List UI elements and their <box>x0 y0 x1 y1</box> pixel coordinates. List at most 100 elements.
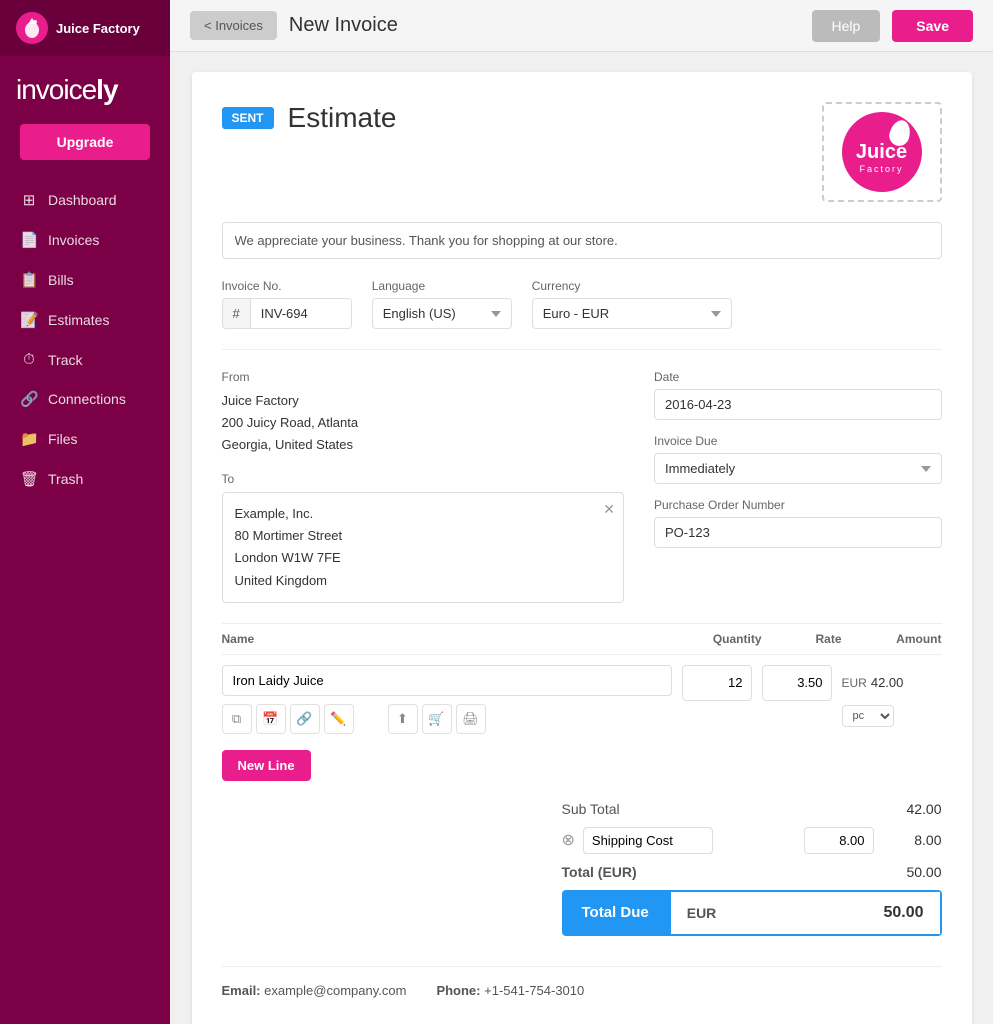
footer-phone-label: Phone: <box>436 983 480 998</box>
footer-phone-value: +1-541-754-3010 <box>484 983 584 998</box>
sidebar-logo-area: Juice Factory <box>0 0 170 56</box>
total-due-label: Total Due <box>562 890 669 936</box>
content-area: SENT Estimate Juice Factory Invoice No. <box>170 52 993 1024</box>
upgrade-button[interactable]: Upgrade <box>20 124 150 160</box>
sidebar-item-estimates[interactable]: 📝 Estimates <box>0 300 170 340</box>
date-group: Date <box>654 370 942 420</box>
date-input[interactable] <box>654 389 942 420</box>
date-fields-area: Date Invoice Due Immediately Purchase Or… <box>654 370 942 603</box>
invoices-icon: 📄 <box>20 231 38 249</box>
sidebar: Juice Factory invoicely Upgrade ⊞ Dashbo… <box>0 0 170 1024</box>
dashboard-icon: ⊞ <box>20 191 38 209</box>
subtotal-value: 42.00 <box>882 801 942 817</box>
language-select[interactable]: English (US) <box>372 298 512 329</box>
sidebar-item-label: Invoices <box>48 232 99 248</box>
edit-icon-button[interactable]: ✏️ <box>324 704 354 734</box>
total-due-value-area: EUR 50.00 <box>669 890 942 936</box>
shipping-label-input[interactable] <box>583 827 713 854</box>
currency-group: Currency Euro - EUR <box>532 279 732 329</box>
sidebar-item-trash[interactable]: 🗑 Trash <box>0 459 170 499</box>
from-address2: Georgia, United States <box>222 434 625 456</box>
po-group: Purchase Order Number <box>654 498 942 548</box>
item-currency: EUR <box>842 676 867 690</box>
track-icon: ⏱ <box>20 351 38 368</box>
line-items-header: Name Quantity Rate Amount <box>222 623 942 655</box>
sidebar-item-track[interactable]: ⏱ Track <box>0 340 170 379</box>
footer-phone-area: Phone: +1-541-754-3010 <box>436 983 584 998</box>
from-address1: 200 Juicy Road, Atlanta <box>222 412 625 434</box>
item-name-input[interactable] <box>222 665 672 696</box>
from-details: Juice Factory 200 Juicy Road, Atlanta Ge… <box>222 390 625 456</box>
col-amount-header: Amount <box>842 632 942 646</box>
total-due-amount: 50.00 <box>883 904 923 922</box>
message-input[interactable] <box>222 222 942 259</box>
cart-icon-button[interactable]: 🛒 <box>422 704 452 734</box>
back-button[interactable]: < Invoices <box>190 11 277 40</box>
footer-email-value: example@company.com <box>264 983 406 998</box>
calendar-icon-button[interactable]: 📅 <box>256 704 286 734</box>
to-name: Example, Inc. <box>235 503 612 525</box>
estimates-icon: 📝 <box>20 311 38 329</box>
to-close-button[interactable]: ✕ <box>603 501 615 518</box>
to-box: ✕ Example, Inc. 80 Mortimer Street Londo… <box>222 492 625 602</box>
to-address2: London W1W 7FE <box>235 547 612 569</box>
shipping-value-input[interactable] <box>804 827 874 854</box>
shipping-remove-button[interactable]: ⊗ <box>562 830 575 850</box>
sidebar-item-connections[interactable]: 🔗 Connections <box>0 379 170 419</box>
from-to-date-row: From Juice Factory 200 Juicy Road, Atlan… <box>222 370 942 603</box>
logo-area[interactable]: Juice Factory <box>822 102 942 202</box>
shipping-row: ⊗ 8.00 <box>562 827 942 854</box>
unit-select[interactable]: pc hr day <box>842 705 894 727</box>
item-amount-value: 42.00 <box>871 675 904 690</box>
footer-email-area: Email: example@company.com <box>222 983 407 998</box>
total-due-currency: EUR <box>687 905 717 921</box>
shipping-label-group: ⊗ <box>562 827 713 854</box>
from-label: From <box>222 370 625 384</box>
total-eur-row: Total (EUR) 50.00 <box>562 864 942 880</box>
sidebar-item-label: Dashboard <box>48 192 117 208</box>
sidebar-item-label: Files <box>48 431 78 447</box>
sidebar-nav: ⊞ Dashboard 📄 Invoices 📋 Bills 📝 Estimat… <box>0 180 170 499</box>
total-due-row: Total Due EUR 50.00 <box>562 890 942 936</box>
print-icon-button[interactable]: 🖨 <box>456 704 486 734</box>
sidebar-item-bills[interactable]: 📋 Bills <box>0 260 170 300</box>
brand-area: invoicely <box>0 56 170 114</box>
save-button[interactable]: Save <box>892 10 973 42</box>
sidebar-item-files[interactable]: 📁 Files <box>0 419 170 459</box>
sidebar-item-label: Trash <box>48 471 83 487</box>
help-button[interactable]: Help <box>812 10 881 42</box>
to-address3: United Kingdom <box>235 570 612 592</box>
app-logo-icon <box>16 12 48 44</box>
files-icon: 📁 <box>20 430 38 448</box>
invoice-no-label: Invoice No. <box>222 279 352 293</box>
invoice-due-select[interactable]: Immediately <box>654 453 942 484</box>
line-item: ⧉ 📅 🔗 ✏️ ⬆ 🛒 🖨 EUR 42.00 <box>222 665 942 734</box>
invoice-footer: Email: example@company.com Phone: +1-541… <box>222 966 942 998</box>
new-line-button[interactable]: New Line <box>222 750 311 781</box>
main-area: < Invoices New Invoice Help Save SENT Es… <box>170 0 993 1024</box>
invoice-no-prefix: # <box>223 299 251 328</box>
item-qty-input[interactable] <box>682 665 752 701</box>
item-actions: ⧉ 📅 🔗 ✏️ ⬆ 🛒 🖨 <box>222 704 672 734</box>
invoice-no-input[interactable] <box>251 299 351 328</box>
invoice-due-group: Invoice Due Immediately <box>654 434 942 484</box>
total-eur-value: 50.00 <box>882 864 942 880</box>
copy-icon-button[interactable]: ⧉ <box>222 704 252 734</box>
date-label: Date <box>654 370 942 384</box>
invoice-meta-row: Invoice No. # Language English (US) Curr… <box>222 279 942 329</box>
connections-icon: 🔗 <box>20 390 38 408</box>
shipping-amount-display: 8.00 <box>882 832 942 848</box>
col-name-header: Name <box>222 632 682 646</box>
upload-icon-button[interactable]: ⬆ <box>388 704 418 734</box>
col-qty-header: Quantity <box>682 632 762 646</box>
sidebar-item-invoices[interactable]: 📄 Invoices <box>0 220 170 260</box>
topbar: < Invoices New Invoice Help Save <box>170 0 993 52</box>
sidebar-item-dashboard[interactable]: ⊞ Dashboard <box>0 180 170 220</box>
po-input[interactable] <box>654 517 942 548</box>
currency-select[interactable]: Euro - EUR <box>532 298 732 329</box>
to-label: To <box>222 472 625 486</box>
item-rate-input[interactable] <box>762 665 832 701</box>
app-name-label: Juice Factory <box>56 21 140 36</box>
link-icon-button[interactable]: 🔗 <box>290 704 320 734</box>
sidebar-item-label: Estimates <box>48 312 109 328</box>
